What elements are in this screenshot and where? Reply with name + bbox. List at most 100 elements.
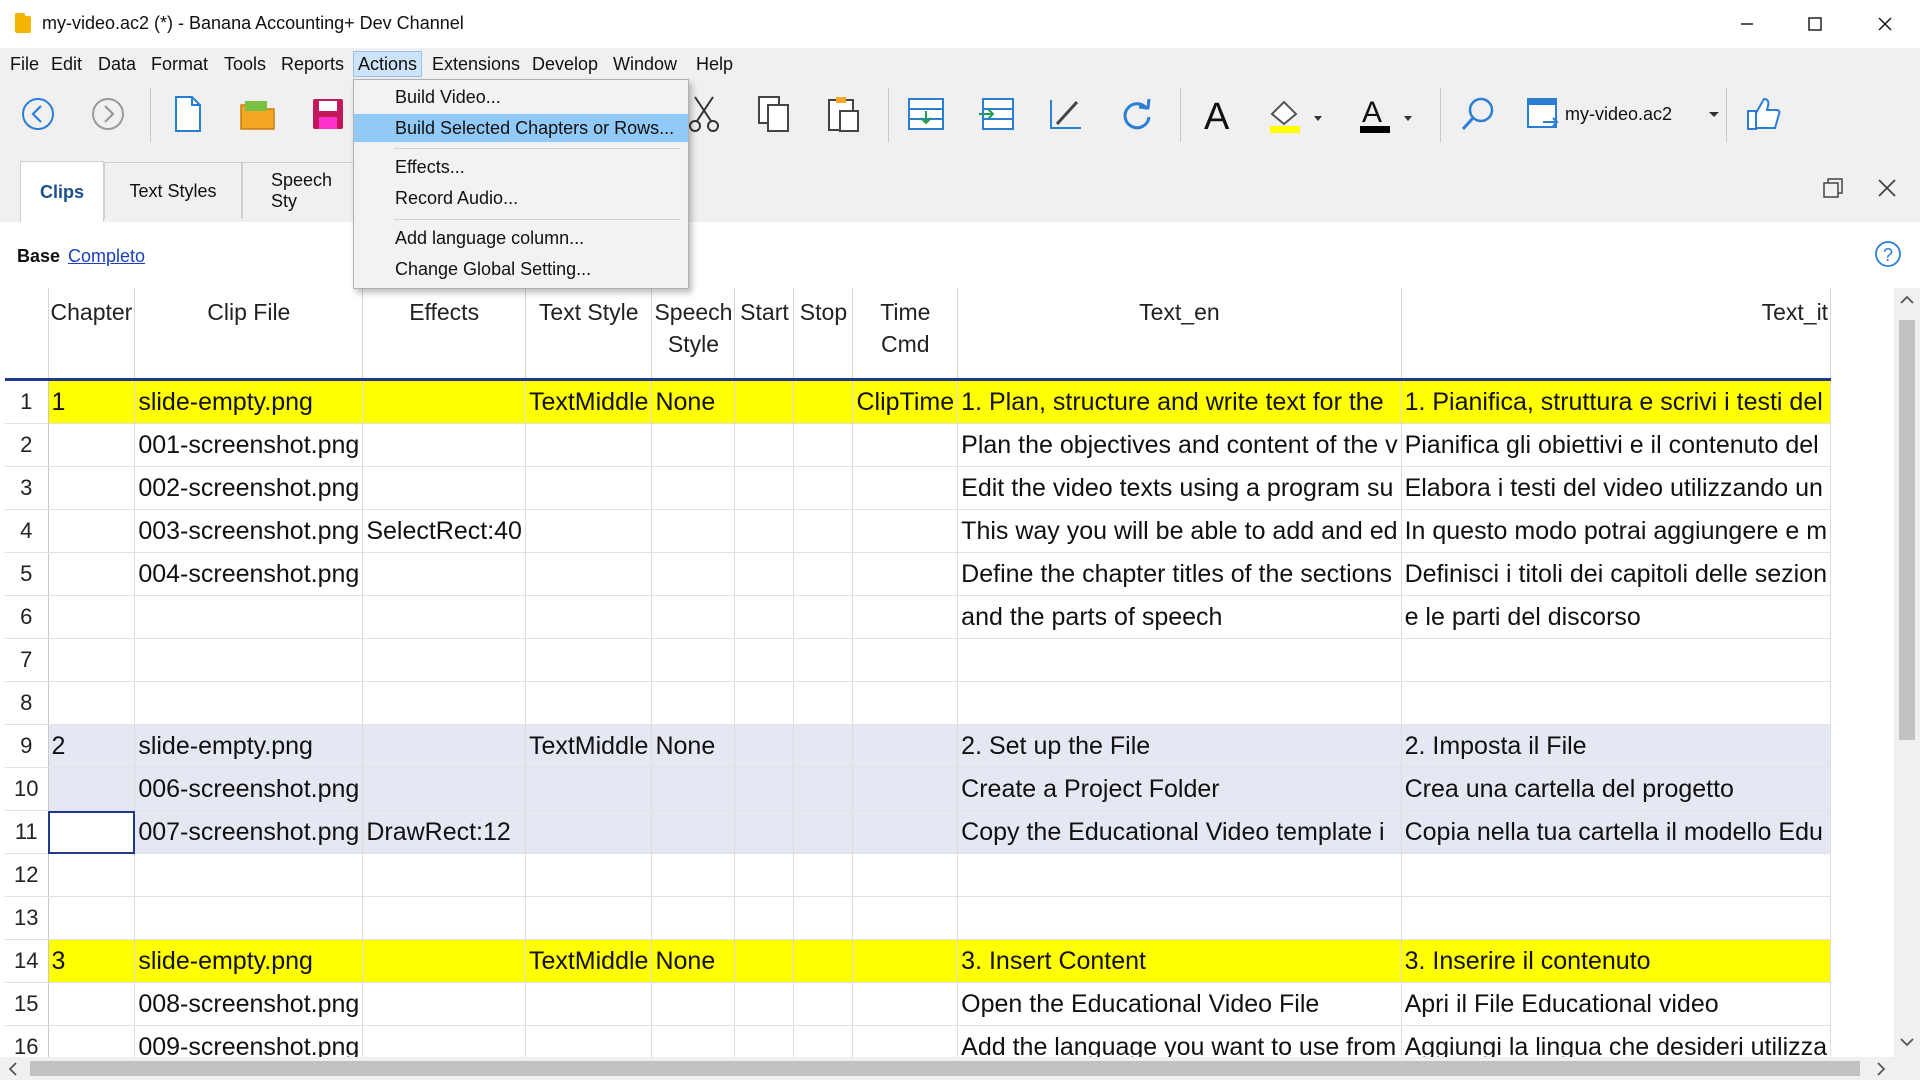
tab-clips[interactable]: Clips [20, 161, 104, 223]
cell-start[interactable] [734, 379, 795, 424]
row-number[interactable]: 3 [5, 466, 49, 510]
scroll-right-icon[interactable] [1868, 1057, 1892, 1080]
maximize-button[interactable] [1780, 0, 1850, 48]
cell-clip-file[interactable]: slide-empty.png [134, 724, 364, 768]
cell-chapter[interactable] [48, 681, 136, 725]
vertical-scroll-thumb[interactable] [1899, 320, 1915, 740]
cell-start[interactable] [734, 982, 795, 1026]
cell-effects[interactable] [362, 595, 526, 639]
cell-speech-style[interactable] [651, 853, 736, 897]
menu-item-build-selected[interactable]: Build Selected Chapters or Rows... [354, 114, 688, 142]
cell-text-style[interactable] [525, 810, 653, 854]
table-row[interactable]: 16 009-screenshot.png Add the language you… [5, 1025, 1832, 1057]
cell-effects[interactable] [362, 724, 526, 768]
cell-chapter[interactable]: 2 [48, 724, 136, 768]
cell-chapter[interactable] [48, 767, 136, 811]
cell-text-it[interactable]: 3. Inserire il contenuto [1401, 939, 1832, 983]
row-number[interactable]: 13 [5, 896, 49, 940]
cell-text-en[interactable]: Define the chapter titles of the section… [957, 552, 1402, 596]
text-color-icon[interactable]: A [1356, 92, 1416, 136]
cell-text-it[interactable]: 2. Imposta il File [1401, 724, 1832, 768]
cell-clip-file[interactable]: 002-screenshot.png [134, 466, 364, 510]
cell-text-style[interactable] [525, 509, 653, 553]
cell-time-cmd[interactable] [852, 552, 959, 596]
paste-icon[interactable] [822, 92, 866, 136]
cell-text-en[interactable]: Edit the video texts using a program su [957, 466, 1402, 510]
cell-text-style[interactable] [525, 896, 653, 940]
cell-stop[interactable] [793, 1025, 854, 1057]
scroll-down-icon[interactable] [1894, 1030, 1920, 1054]
cell-text-en[interactable]: Open the Educational Video File [957, 982, 1402, 1026]
cell-text-it[interactable] [1401, 896, 1832, 940]
scroll-left-icon[interactable] [2, 1057, 26, 1080]
close-panel-icon[interactable] [1852, 160, 1920, 216]
scroll-up-icon[interactable] [1894, 288, 1920, 312]
cell-text-style[interactable] [525, 767, 653, 811]
cell-time-cmd[interactable] [852, 810, 959, 854]
close-window-button[interactable] [1850, 0, 1920, 48]
cell-stop[interactable] [793, 724, 854, 768]
view-base-label[interactable]: Base [17, 246, 60, 267]
cell-stop[interactable] [793, 681, 854, 725]
cell-effects[interactable] [362, 767, 526, 811]
table-row[interactable]: 2 001-screenshot.png Plan the objectives a… [5, 423, 1832, 467]
cell-clip-file[interactable] [134, 853, 364, 897]
column-header-stop[interactable]: Stop [793, 288, 854, 381]
cell-chapter[interactable] [48, 982, 136, 1026]
cell-start[interactable] [734, 853, 795, 897]
cell-speech-style[interactable]: None [651, 379, 736, 424]
cell-stop[interactable] [793, 509, 854, 553]
table-row[interactable]: 15 008-screenshot.png Open the Educational… [5, 982, 1832, 1026]
cell-stop[interactable] [793, 896, 854, 940]
cell-effects[interactable] [362, 896, 526, 940]
menu-item-add-language-column[interactable]: Add language column... [354, 224, 688, 252]
cell-text-style[interactable] [525, 982, 653, 1026]
table-row[interactable]: 1 1 slide-empty.png TextMiddle None ClipTime 1… [5, 379, 1832, 424]
cell-clip-file[interactable]: slide-empty.png [134, 939, 364, 983]
cell-time-cmd[interactable] [852, 1025, 959, 1057]
cell-text-en[interactable] [957, 638, 1402, 682]
tab-text-styles[interactable]: Text Styles [104, 162, 242, 219]
cell-speech-style[interactable] [651, 1025, 736, 1057]
cell-stop[interactable] [793, 595, 854, 639]
cell-speech-style[interactable] [651, 896, 736, 940]
cell-stop[interactable] [793, 939, 854, 983]
table-row[interactable]: 10 006-screenshot.png Create a Project Fol… [5, 767, 1832, 811]
cell-start[interactable] [734, 1025, 795, 1057]
cell-text-en[interactable]: Create a Project Folder [957, 767, 1402, 811]
column-header-start[interactable]: Start [734, 288, 795, 381]
cell-start[interactable] [734, 939, 795, 983]
cell-speech-style[interactable] [651, 810, 736, 854]
cell-text-style[interactable] [525, 423, 653, 467]
menu-item-change-global-setting[interactable]: Change Global Setting... [354, 255, 688, 283]
column-header-effects[interactable]: Effects [362, 288, 526, 381]
cell-stop[interactable] [793, 767, 854, 811]
cell-chapter[interactable] [48, 1025, 136, 1057]
cell-text-it[interactable] [1401, 638, 1832, 682]
cell-text-style[interactable]: TextMiddle [525, 939, 653, 983]
menu-window[interactable]: Window [609, 52, 681, 76]
cell-text-en[interactable] [957, 896, 1402, 940]
cell-clip-file[interactable]: 003-screenshot.png [134, 509, 364, 553]
cell-effects[interactable] [362, 638, 526, 682]
cell-clip-file[interactable] [134, 896, 364, 940]
horizontal-scroll-thumb[interactable] [30, 1061, 1860, 1076]
menu-help[interactable]: Help [692, 52, 737, 76]
cell-stop[interactable] [793, 379, 854, 424]
vertical-scrollbar[interactable] [1894, 288, 1920, 1058]
row-number[interactable]: 9 [5, 724, 49, 768]
cell-speech-style[interactable]: None [651, 939, 736, 983]
row-number[interactable]: 14 [5, 939, 49, 983]
cell-effects[interactable]: DrawRect:12 [362, 810, 526, 854]
menu-actions[interactable]: Actions [353, 51, 423, 77]
table-row[interactable]: 3 002-screenshot.png Edit the video texts … [5, 466, 1832, 510]
table-row[interactable]: 4 003-screenshot.png SelectRect:40 This way… [5, 509, 1832, 553]
cell-start[interactable] [734, 638, 795, 682]
row-number[interactable]: 6 [5, 595, 49, 639]
row-number[interactable]: 10 [5, 767, 49, 811]
cell-text-it[interactable]: Crea una cartella del progetto [1401, 767, 1832, 811]
cell-text-style[interactable] [525, 552, 653, 596]
cell-text-en[interactable]: 2. Set up the File [957, 724, 1402, 768]
cell-chapter[interactable] [48, 595, 136, 639]
cell-text-it[interactable]: Definisci i titoli dei capitoli delle se… [1401, 552, 1832, 596]
